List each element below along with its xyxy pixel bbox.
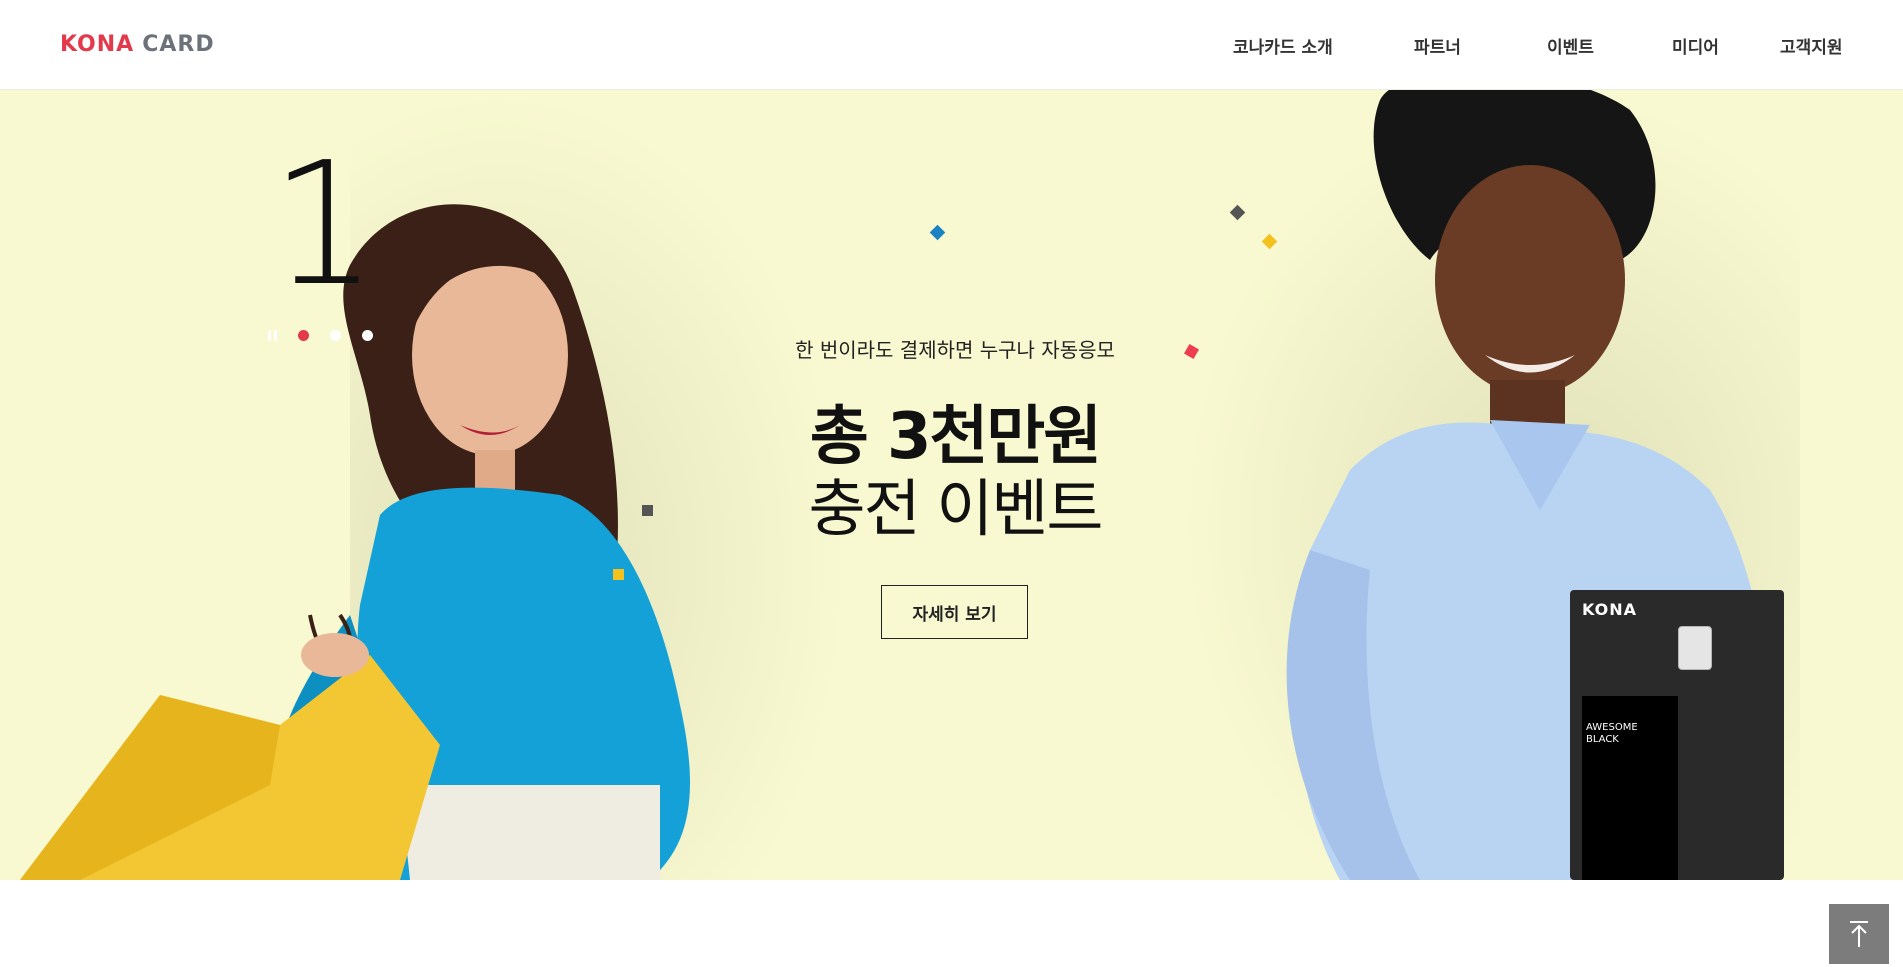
nav-item-partner[interactable]: 파트너 bbox=[1414, 33, 1461, 58]
confetti-blue bbox=[929, 224, 946, 241]
slide-number: 1 bbox=[270, 126, 379, 324]
nav-item-event[interactable]: 이벤트 bbox=[1547, 33, 1594, 58]
kona-card-image: KONA AWESOME BLACK bbox=[1570, 590, 1784, 880]
slider-pagination bbox=[268, 330, 373, 341]
main-nav: 코나카드 소개 파트너 이벤트 미디어 고객지원 bbox=[0, 0, 1903, 90]
nav-item-about[interactable]: 코나카드 소개 bbox=[1233, 33, 1333, 58]
arrow-up-to-top-icon bbox=[1850, 921, 1868, 947]
card-brand: KONA bbox=[1582, 600, 1638, 619]
slider-dot-3[interactable] bbox=[362, 330, 373, 341]
card-text: AWESOME BLACK bbox=[1586, 722, 1638, 745]
view-details-button[interactable]: 자세히 보기 bbox=[881, 585, 1028, 639]
card-chip bbox=[1678, 626, 1712, 670]
confetti-yellow-2 bbox=[613, 569, 624, 580]
confetti-dark bbox=[642, 505, 653, 516]
scroll-to-top-button[interactable] bbox=[1829, 904, 1889, 964]
hero-title-line2: 충전 이벤트 bbox=[808, 472, 1104, 545]
card-inner-panel: AWESOME BLACK bbox=[1582, 696, 1678, 880]
nav-item-media[interactable]: 미디어 bbox=[1672, 33, 1719, 58]
site-header: KONA CARD 코나카드 소개 파트너 이벤트 미디어 고객지원 bbox=[0, 0, 1903, 90]
slider-dot-2[interactable] bbox=[330, 330, 341, 341]
nav-item-support[interactable]: 고객지원 bbox=[1780, 33, 1843, 58]
hero-banner: KONA AWESOME BLACK 1 한 번이라도 결제하면 누구나 자동응… bbox=[0, 90, 1903, 880]
hero-subtitle: 한 번이라도 결제하면 누구나 자동응모 bbox=[795, 338, 1115, 362]
pause-icon[interactable] bbox=[268, 330, 277, 341]
slider-dot-1[interactable] bbox=[298, 330, 309, 341]
